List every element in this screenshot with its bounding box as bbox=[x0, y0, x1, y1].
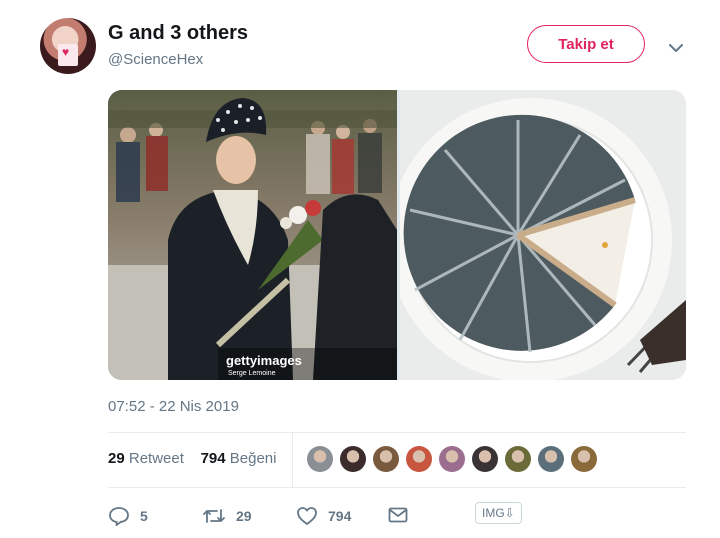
retweet-icon bbox=[202, 506, 226, 526]
liker-avatars bbox=[307, 446, 597, 472]
getty-images-logo: gettyimages bbox=[226, 353, 302, 368]
reply-count: 5 bbox=[140, 508, 148, 524]
avatar-liker-9[interactable] bbox=[571, 446, 597, 472]
photo-anchovy-dish[interactable] bbox=[400, 90, 686, 380]
like-count: 794 bbox=[328, 508, 352, 524]
heart-icon bbox=[296, 506, 318, 526]
avatar-liker-3[interactable] bbox=[373, 446, 399, 472]
tweet-media[interactable]: gettyimages Serge Lemoine bbox=[108, 90, 686, 380]
img-download-badge[interactable]: IMG⇩ bbox=[475, 502, 522, 524]
avatar-liker-8[interactable] bbox=[538, 446, 564, 472]
avatar-liker-6[interactable] bbox=[472, 446, 498, 472]
retweet-count: 29 bbox=[236, 508, 252, 524]
avatar-liker-7[interactable] bbox=[505, 446, 531, 472]
avatar-liker-4[interactable] bbox=[406, 446, 432, 472]
photo-credit: Serge Lemoine bbox=[228, 370, 276, 377]
divider-bottom bbox=[108, 487, 686, 488]
divider-top bbox=[108, 432, 686, 433]
photo-queen-with-flowers[interactable]: gettyimages Serge Lemoine bbox=[108, 90, 397, 380]
like-button[interactable]: 794 bbox=[296, 506, 351, 526]
avatar-liker-5[interactable] bbox=[439, 446, 465, 472]
like-stat[interactable]: 794 Beğeni bbox=[201, 450, 277, 467]
reply-button[interactable]: 5 bbox=[108, 506, 148, 526]
stats-separator bbox=[292, 433, 293, 487]
avatar-card-icon: ♥ bbox=[58, 44, 78, 66]
tweet-timestamp[interactable]: 07:52 - 22 Nis 2019 bbox=[108, 398, 239, 415]
envelope-icon bbox=[388, 506, 408, 524]
reply-icon bbox=[108, 506, 130, 526]
avatar-liker-2[interactable] bbox=[340, 446, 366, 472]
author-display-name[interactable]: G and 3 others bbox=[108, 22, 248, 45]
retweet-button[interactable]: 29 bbox=[202, 506, 252, 526]
author-avatar[interactable]: ♥ bbox=[40, 18, 96, 74]
avatar-liker-1[interactable] bbox=[307, 446, 333, 472]
tweet-stats: 29 Retweet 794 Beğeni bbox=[108, 450, 276, 467]
follow-button[interactable]: Takip et bbox=[527, 25, 645, 63]
chevron-down-icon[interactable] bbox=[666, 38, 686, 58]
author-handle[interactable]: @ScienceHex bbox=[108, 51, 203, 68]
retweet-stat[interactable]: 29 Retweet bbox=[108, 450, 184, 467]
message-button[interactable] bbox=[388, 506, 408, 524]
